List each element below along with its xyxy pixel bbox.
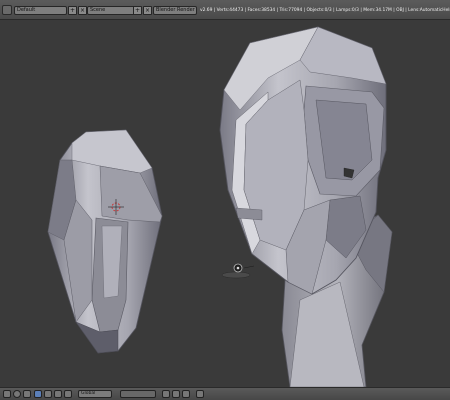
add-layout-button[interactable]: + <box>68 6 77 15</box>
editor-type-icon[interactable] <box>3 390 11 398</box>
editor-type-icon[interactable] <box>2 5 12 15</box>
translate-manipulator-icon[interactable] <box>44 390 52 398</box>
viewport-shading-icon[interactable] <box>13 390 21 398</box>
3d-viewport[interactable] <box>0 20 450 387</box>
pivot-point-icon[interactable] <box>23 390 31 398</box>
lock-camera-icon[interactable] <box>162 390 170 398</box>
manipulator-toggle-icon[interactable] <box>34 390 42 398</box>
rotate-manipulator-icon[interactable] <box>54 390 62 398</box>
close-scene-button[interactable]: × <box>143 6 152 15</box>
left-mask-object[interactable] <box>47 129 163 354</box>
snap-toggle-icon[interactable] <box>172 390 180 398</box>
viewport-canvas[interactable] <box>0 20 450 387</box>
scale-manipulator-icon[interactable] <box>64 390 72 398</box>
close-layout-button[interactable]: × <box>78 6 87 15</box>
lamp-object-icon[interactable] <box>221 263 255 279</box>
layer-buttons[interactable] <box>120 390 156 398</box>
3d-view-header: Global <box>0 387 450 400</box>
info-header: Default + × Scene + × Blender Render v2.… <box>0 0 450 20</box>
scene-statistics: v2.69 | Verts:44473 | Faces:38534 | Tris… <box>200 8 450 13</box>
snap-element-icon[interactable] <box>182 390 190 398</box>
scene-select[interactable]: Scene <box>87 6 137 15</box>
transform-orientation-select[interactable]: Global <box>78 390 112 398</box>
screen-layout-select[interactable]: Default <box>14 6 67 15</box>
render-preview-icon[interactable] <box>196 390 204 398</box>
add-scene-button[interactable]: + <box>133 6 142 15</box>
render-engine-select[interactable]: Blender Render <box>153 6 197 15</box>
